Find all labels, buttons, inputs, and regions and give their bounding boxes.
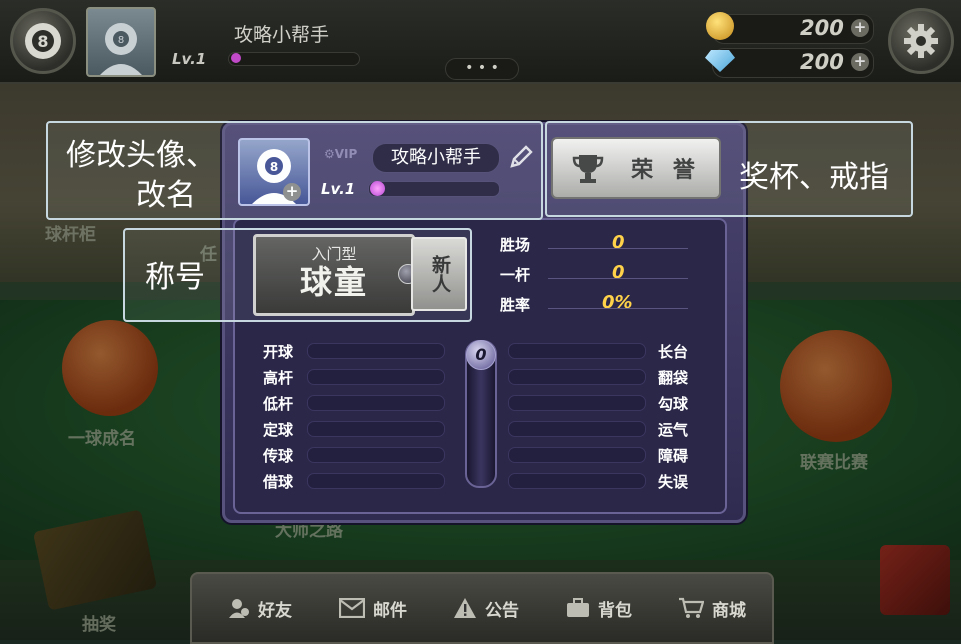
skill-bar <box>307 395 446 411</box>
center-gauge-knob: 0 <box>466 340 496 370</box>
warning-icon <box>454 598 476 618</box>
skill-row: 开球 <box>263 338 453 364</box>
gear-icon <box>904 24 938 58</box>
summary-stats: 胜场 0 一杆 0 胜率 0% <box>500 232 690 322</box>
skill-bar <box>508 447 646 463</box>
add-gems-button[interactable]: + <box>851 53 869 71</box>
coin-icon <box>706 12 734 40</box>
stat-divider <box>548 308 688 309</box>
stat-row: 一杆 0 <box>500 262 690 292</box>
stat-value: 0 <box>612 232 625 253</box>
svg-text:8: 8 <box>118 35 124 46</box>
add-coins-button[interactable]: + <box>851 19 869 37</box>
annotation-avatar-rename-line2: 改名 <box>136 178 196 213</box>
skill-bar <box>307 343 446 359</box>
skill-bar <box>508 369 646 385</box>
skill-bar <box>307 473 446 489</box>
skill-bar <box>508 343 646 359</box>
mail-icon <box>339 598 365 618</box>
skill-label: 长台 <box>658 342 689 361</box>
stat-label: 胜场 <box>500 236 531 254</box>
cart-icon <box>679 597 704 618</box>
nav-notice-button[interactable]: 公告 <box>431 582 541 634</box>
skill-row: 传球 <box>263 442 453 468</box>
top-xp-bar <box>228 52 360 66</box>
skill-row: 定球 <box>263 416 453 442</box>
stat-value: 0% <box>602 292 633 313</box>
skill-label: 传球 <box>263 446 294 465</box>
annotation-trophy-text: 奖杯、戒指 <box>739 160 889 195</box>
nav-mail-button[interactable]: 邮件 <box>318 582 428 634</box>
skill-label: 障碍 <box>658 446 689 465</box>
skill-row: 长台 <box>508 338 698 364</box>
gem-counter <box>712 48 874 78</box>
skill-row: 翻袋 <box>508 364 698 390</box>
stat-divider <box>548 278 688 279</box>
nav-shop-button[interactable]: 商城 <box>657 582 767 634</box>
skill-bar <box>508 473 646 489</box>
skill-bar <box>307 421 446 437</box>
skill-label: 开球 <box>263 342 294 361</box>
menu-8ball-button[interactable]: 8 <box>10 8 76 74</box>
skill-label: 勾球 <box>658 394 689 413</box>
skill-label: 定球 <box>263 420 294 439</box>
more-dots-button[interactable]: • • • <box>445 58 519 80</box>
stat-label: 胜率 <box>500 296 531 314</box>
friends-icon <box>229 599 249 618</box>
top-avatar[interactable]: 8 <box>86 7 156 77</box>
center-gauge-value: 0 <box>475 345 487 364</box>
stat-value: 0 <box>612 262 625 283</box>
stat-label: 一杆 <box>500 266 531 284</box>
settings-button[interactable] <box>888 8 954 74</box>
coin-amount: 200 <box>800 16 844 40</box>
bag-icon <box>567 598 589 617</box>
stat-row: 胜场 0 <box>500 232 690 262</box>
skill-row: 运气 <box>508 416 698 442</box>
top-xp-dot <box>231 53 241 63</box>
skill-bar <box>307 369 446 385</box>
skill-row: 勾球 <box>508 390 698 416</box>
skill-label: 低杆 <box>263 394 294 413</box>
skill-label: 失误 <box>658 472 689 491</box>
nav-label: 背包 <box>598 600 632 621</box>
annotation-title-text: 称号 <box>145 260 205 295</box>
nav-bag-button[interactable]: 背包 <box>544 582 654 634</box>
eight-ball-icon: 8 <box>25 23 61 59</box>
skill-label: 借球 <box>263 472 294 491</box>
skill-bar <box>307 447 446 463</box>
skill-bar <box>508 395 646 411</box>
top-player-name: 攻略小帮手 <box>234 24 330 46</box>
annotation-avatar-rename-line1: 修改头像、 <box>66 138 216 173</box>
nav-label: 公告 <box>485 600 519 621</box>
top-level: Lv.1 <box>172 50 207 68</box>
stat-row: 胜率 0% <box>500 292 690 322</box>
skill-row: 借球 <box>263 468 453 494</box>
svg-text:8: 8 <box>37 32 48 51</box>
skill-row: 障碍 <box>508 442 698 468</box>
skill-row: 高杆 <box>263 364 453 390</box>
nav-label: 商城 <box>712 600 746 621</box>
avatar-silhouette-icon: 8 <box>100 23 142 75</box>
skill-bar <box>508 421 646 437</box>
coin-counter <box>712 14 874 44</box>
skill-label: 高杆 <box>263 368 294 387</box>
nav-label: 好友 <box>258 600 292 621</box>
skill-row: 低杆 <box>263 390 453 416</box>
skill-row: 失误 <box>508 468 698 494</box>
stat-divider <box>548 248 688 249</box>
gem-amount: 200 <box>800 50 844 74</box>
nav-friends-button[interactable]: 好友 <box>205 582 315 634</box>
skill-label: 翻袋 <box>658 368 689 387</box>
dots-label: • • • <box>465 60 499 76</box>
skills-left: 开球 高杆 低杆 定球 传球 借球 <box>263 338 453 494</box>
skill-label: 运气 <box>658 420 689 439</box>
skills-right: 长台 翻袋 勾球 运气 障碍 失误 <box>508 338 698 494</box>
nav-label: 邮件 <box>373 600 407 621</box>
